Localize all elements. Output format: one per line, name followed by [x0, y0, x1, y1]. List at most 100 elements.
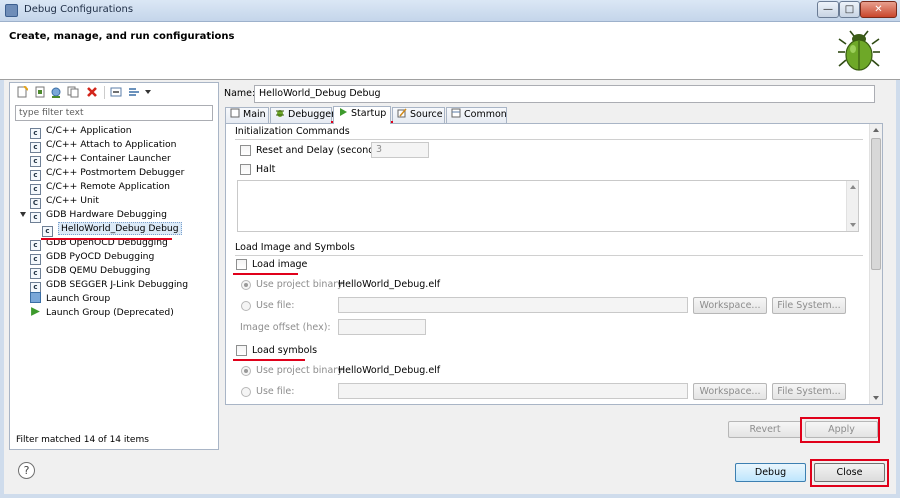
tree-item-label: C/C++ Remote Application: [46, 181, 170, 192]
common-icon: [451, 108, 461, 118]
dialog-header: Create, manage, and run configurations: [0, 22, 900, 80]
expand-toggle-icon[interactable]: [20, 212, 26, 217]
symbols-filesystem-button[interactable]: File System...: [772, 383, 846, 400]
tab-startup[interactable]: Startup: [333, 106, 391, 124]
name-field[interactable]: HelloWorld_Debug Debug: [254, 85, 875, 103]
title-bar: Debug Configurations — □ ✕: [0, 0, 900, 22]
chevron-down-icon[interactable]: [145, 89, 151, 95]
tree-item[interactable]: c C/C++ Attach to Application: [10, 138, 218, 153]
name-label: Name:: [224, 88, 256, 99]
image-filesystem-button[interactable]: File System...: [772, 297, 846, 314]
help-icon[interactable]: ?: [18, 462, 35, 479]
tree-item[interactable]: c GDB Hardware Debugging: [10, 208, 218, 223]
image-file-field[interactable]: [338, 297, 688, 313]
halt-checkbox[interactable]: [240, 164, 251, 175]
maximize-button[interactable]: □: [839, 1, 860, 18]
image-use-project-binary-radio[interactable]: [241, 280, 251, 290]
tree-item[interactable]: c C/C++ Container Launcher: [10, 152, 218, 167]
init-commands-textarea[interactable]: [237, 180, 859, 232]
toolbar-separator: [104, 86, 105, 99]
app-icon: [5, 4, 18, 17]
filter-input[interactable]: type filter text: [15, 105, 213, 121]
configuration-tree-panel: type filter text c C/C++ Application c C/C+…: [9, 82, 219, 450]
reset-delay-label: Reset and Delay (seconds):: [256, 145, 387, 156]
tree-item[interactable]: c GDB SEGGER J-Link Debugging: [10, 278, 218, 293]
load-group-border: [235, 255, 863, 256]
symbols-use-file-label: Use file:: [256, 386, 295, 397]
load-group-label: Load Image and Symbols: [235, 242, 358, 253]
tree-item-label: GDB QEMU Debugging: [46, 265, 151, 276]
tree-item[interactable]: c C/C++ Application: [10, 124, 218, 139]
new-prototype-icon[interactable]: [34, 86, 46, 98]
annotation-box-apply: [800, 417, 880, 443]
collapse-all-icon[interactable]: [110, 86, 122, 98]
bug-icon: [838, 30, 880, 71]
tab-common[interactable]: Common: [446, 107, 507, 123]
tree-item-label: C/C++ Postmortem Debugger: [46, 167, 185, 178]
tree-item[interactable]: C C/C++ Unit: [10, 194, 218, 209]
new-configuration-icon[interactable]: [16, 86, 28, 98]
close-window-button[interactable]: ✕: [860, 1, 897, 18]
load-symbols-checkbox[interactable]: [236, 345, 247, 356]
play-icon: [30, 306, 41, 317]
image-use-file-radio[interactable]: [241, 301, 251, 311]
annotation-underline-selected: [41, 238, 172, 240]
annotation-underline-load-image: [233, 273, 298, 275]
tree-item[interactable]: c GDB PyOCD Debugging: [10, 250, 218, 265]
tree-item[interactable]: c C/C++ Remote Application: [10, 180, 218, 195]
tree-item-label: Launch Group: [46, 293, 111, 304]
symbols-use-project-binary-radio[interactable]: [241, 366, 251, 376]
tree-item-label: Launch Group (Deprecated): [46, 307, 174, 318]
tree-item-label: C/C++ Unit: [46, 195, 99, 206]
tree-item[interactable]: c GDB QEMU Debugging: [10, 264, 218, 279]
scrollbar-thumb[interactable]: [871, 138, 881, 270]
source-icon: [397, 108, 407, 118]
header-title: Create, manage, and run configurations: [9, 31, 235, 42]
debug-button[interactable]: Debug: [735, 463, 806, 482]
halt-label: Halt: [256, 164, 276, 175]
tab-debugger[interactable]: Debugger: [270, 107, 335, 123]
content-scrollbar[interactable]: [869, 124, 882, 404]
tree-item[interactable]: c C/C++ Postmortem Debugger: [10, 166, 218, 181]
filter-status: Filter matched 14 of 14 items: [16, 435, 149, 445]
export-icon[interactable]: [50, 86, 62, 98]
tree-item[interactable]: c HelloWorld_Debug Debug: [10, 222, 218, 237]
tab-source[interactable]: Source: [392, 107, 445, 123]
image-use-file-label: Use file:: [256, 300, 295, 311]
symbols-use-project-binary-label: Use project binary:: [256, 365, 346, 376]
init-group-label: Initialization Commands: [235, 126, 353, 137]
window-title: Debug Configurations: [24, 4, 134, 15]
tree-item-label: GDB SEGGER J-Link Debugging: [46, 279, 189, 290]
startup-tab-content: Initialization Commands Reset and Delay …: [225, 123, 883, 405]
reset-delay-field[interactable]: 3: [371, 142, 429, 158]
symbols-workspace-button[interactable]: Workspace...: [693, 383, 767, 400]
tree-item-label: HelloWorld_Debug Debug: [58, 222, 182, 235]
tree-item-label: GDB PyOCD Debugging: [46, 251, 155, 262]
load-symbols-label: Load symbols: [252, 345, 318, 356]
revert-button[interactable]: Revert: [728, 421, 802, 438]
launch-group-icon: [30, 292, 41, 303]
reset-delay-checkbox[interactable]: [240, 145, 251, 156]
symbols-project-binary-value: HelloWorld_Debug.elf: [338, 365, 441, 376]
load-image-checkbox[interactable]: [236, 259, 247, 270]
minimize-button[interactable]: —: [817, 1, 839, 18]
tree-item[interactable]: Launch Group: [10, 292, 218, 306]
image-offset-field[interactable]: [338, 319, 426, 335]
image-workspace-button[interactable]: Workspace...: [693, 297, 767, 314]
delete-icon[interactable]: [86, 86, 98, 98]
symbols-use-file-radio[interactable]: [241, 387, 251, 397]
duplicate-icon[interactable]: [67, 86, 79, 98]
configuration-tree: c C/C++ Application c C/C++ Attach to Appli…: [10, 124, 218, 320]
symbols-file-field[interactable]: [338, 383, 688, 399]
tab-main[interactable]: Main: [225, 107, 269, 123]
tree-item-label: C/C++ Attach to Application: [46, 139, 177, 150]
play-icon: [340, 108, 347, 116]
filter-icon[interactable]: [128, 86, 140, 98]
bug-small-icon: [276, 110, 284, 117]
tree-item-label: C/C++ Application: [46, 125, 132, 136]
image-use-project-binary-label: Use project binary:: [256, 279, 346, 290]
textarea-scrollbar[interactable]: [846, 181, 858, 231]
close-button[interactable]: Close: [814, 463, 885, 482]
tree-item[interactable]: Launch Group (Deprecated): [10, 306, 218, 320]
tree-item-label: C/C++ Container Launcher: [46, 153, 171, 164]
